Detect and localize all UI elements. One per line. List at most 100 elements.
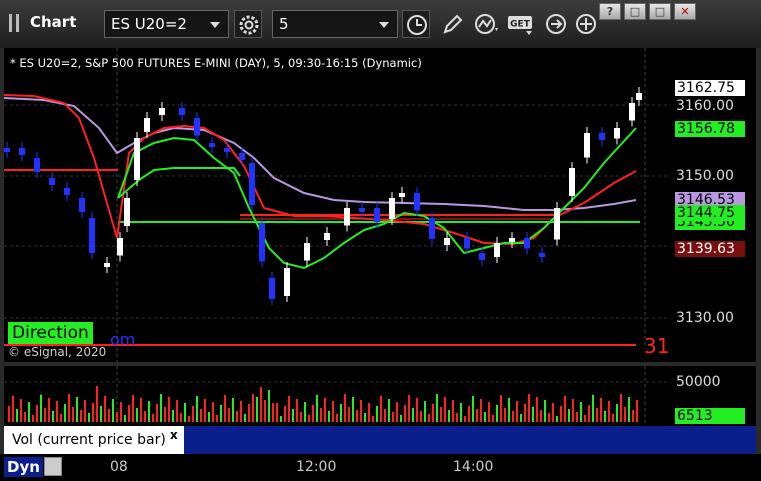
lock-icon[interactable]: [44, 457, 62, 476]
volume-bar: [272, 403, 274, 422]
volume-bar: [516, 401, 518, 422]
chevron-down-icon: [210, 22, 220, 28]
volume-bar: [308, 415, 310, 422]
volume-bar: [436, 394, 438, 422]
volume-bar: [64, 404, 66, 422]
volume-bar: [152, 414, 154, 422]
maximize-button[interactable]: □: [649, 3, 671, 20]
draw-button[interactable]: [438, 10, 466, 38]
get-label: GET: [510, 20, 531, 30]
volume-bar: [264, 400, 266, 422]
candle: [134, 138, 140, 180]
volume-bar: [356, 410, 358, 422]
symbol-value: ES U20=2: [111, 15, 187, 33]
volume-bar: [200, 409, 202, 422]
volume-bar: [144, 411, 146, 422]
interval-value: 5: [279, 15, 289, 33]
volume-bar: [304, 402, 306, 422]
volume-axis[interactable]: 50000 6513: [671, 366, 756, 426]
volume-bar: [240, 401, 242, 422]
x-tick-label: 14:00: [453, 459, 494, 475]
candle: [4, 148, 10, 152]
volume-bar: [136, 408, 138, 422]
volume-bar: [128, 405, 130, 422]
volume-bar: [156, 404, 158, 422]
volume-bar: [400, 415, 402, 422]
volume-bar: [364, 413, 366, 422]
get-button[interactable]: GET: [506, 10, 534, 38]
close-study-button[interactable]: x: [170, 428, 178, 442]
candle: [159, 108, 165, 115]
volume-bar: [280, 416, 282, 422]
volume-bar: [456, 413, 458, 422]
restore-button[interactable]: □: [624, 3, 646, 20]
volume-bar: [16, 409, 18, 422]
close-button[interactable]: ✕: [674, 3, 696, 20]
volume-bar: [248, 404, 250, 422]
volume-bar: [24, 412, 26, 422]
last-price-tag: 3162.75: [675, 80, 745, 96]
direction-label: Direction: [8, 322, 93, 344]
volume-bar: [592, 395, 594, 422]
grip-icon[interactable]: [9, 14, 19, 32]
y-tick-label: 3150.00: [676, 168, 734, 184]
candle: [194, 118, 200, 136]
volume-bar: [316, 395, 318, 422]
volume-bar: [636, 400, 638, 422]
volume-bar: [532, 407, 534, 422]
time-axis[interactable]: Dyn 08 12:00 14:00: [0, 454, 761, 481]
volume-bar: [468, 406, 470, 422]
level-green-tag: 3144.75: [675, 205, 745, 221]
volume-bar: [108, 409, 110, 422]
symbol-dropdown[interactable]: ES U20=2: [104, 10, 229, 38]
interval-dropdown[interactable]: 5: [272, 10, 398, 38]
pencil-icon: [443, 14, 463, 34]
volume-bar: [528, 394, 530, 422]
price-plot-svg: [4, 48, 671, 362]
volume-bar: [184, 403, 186, 422]
volume-bar: [488, 402, 490, 422]
volume-bar: [628, 397, 630, 422]
volume-study-label[interactable]: Vol (current price bar): [4, 426, 184, 454]
volume-bar: [116, 412, 118, 422]
volume-current-tag: 6513: [675, 408, 745, 424]
volume-bar: [56, 401, 58, 422]
volume-bar: [504, 408, 506, 422]
volume-bar: [164, 407, 166, 422]
volume-bar: [596, 408, 598, 422]
candlestick-series: [4, 87, 642, 305]
candle: [259, 223, 265, 262]
ma-purple-line: [4, 97, 637, 211]
candle: [509, 238, 515, 242]
volume-bar: [500, 395, 502, 422]
dynamic-label[interactable]: Dyn: [4, 457, 43, 477]
volume-bar: [396, 402, 398, 422]
volume-chart[interactable]: [4, 366, 671, 426]
volume-bar: [336, 414, 338, 422]
volume-bar: [460, 403, 462, 422]
volume-bar: [204, 399, 206, 422]
volume-bar: [588, 405, 590, 422]
studies-button[interactable]: [472, 10, 500, 38]
time-button[interactable]: [402, 10, 430, 38]
volume-bar: [564, 396, 566, 422]
price-chart[interactable]: * ES U20=2, S&P 500 FUTURES E-MINI (DAY)…: [4, 48, 682, 362]
settings-button[interactable]: [234, 10, 262, 38]
volume-bar: [416, 398, 418, 422]
toolbar: Chart ES U20=2 5 GET ? □ □ ✕: [0, 0, 761, 48]
volume-bar: [72, 407, 74, 422]
volume-series: [8, 386, 638, 422]
link-button[interactable]: [542, 10, 570, 38]
volume-bar: [608, 401, 610, 422]
volume-bar: [600, 398, 602, 422]
price-axis[interactable]: 3160.00 3150.00 3130.00 3162.75 3156.78 …: [671, 48, 756, 362]
help-button[interactable]: ?: [599, 3, 621, 20]
candle: [599, 133, 605, 140]
cursor-button[interactable]: [572, 10, 600, 38]
volume-bar: [232, 398, 234, 422]
volume-bar: [176, 400, 178, 422]
volume-bar: [448, 410, 450, 422]
volume-bar: [360, 400, 362, 422]
candle: [49, 178, 55, 185]
volume-bar: [452, 400, 454, 422]
